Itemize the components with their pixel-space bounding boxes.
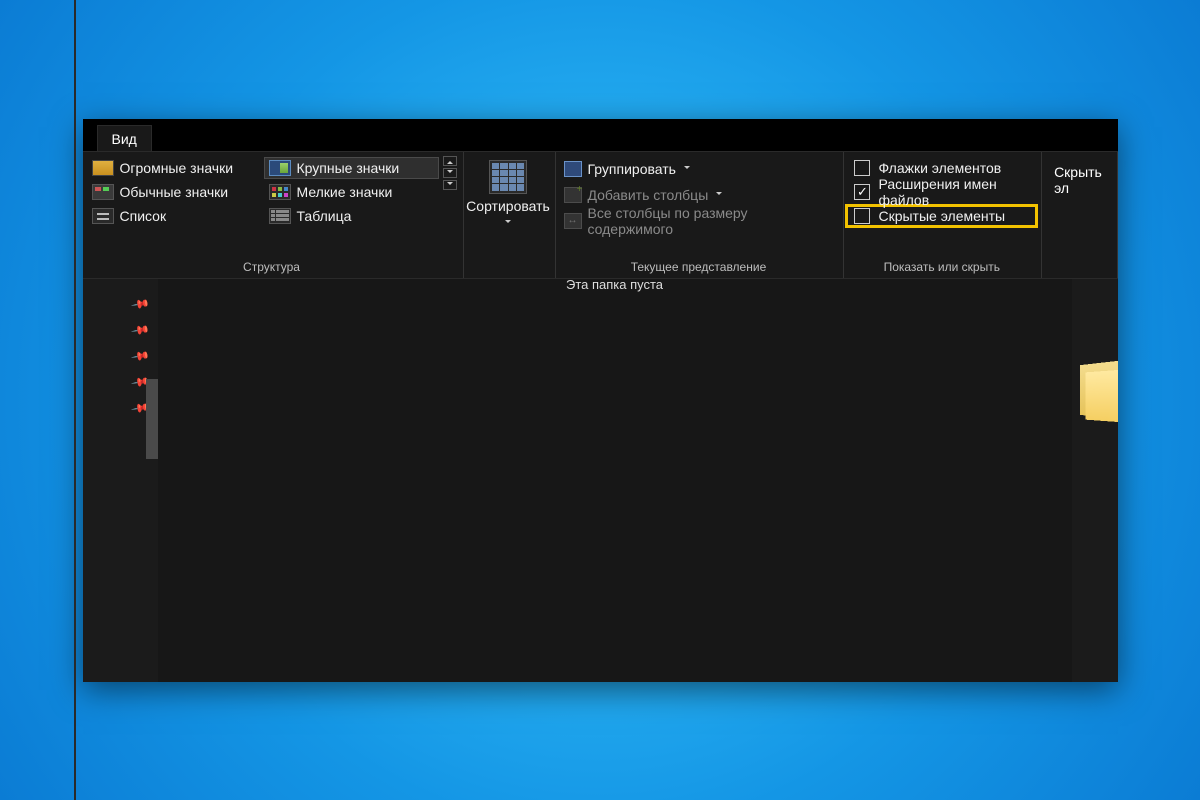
add-columns-icon (564, 187, 582, 203)
chevron-down-icon (684, 166, 690, 172)
explorer-window: Вид Огромные значки Крупные значки (83, 119, 1118, 682)
medium-icons-icon (92, 184, 114, 200)
layout-huge-icons[interactable]: Огромные значки (87, 156, 262, 180)
sort-button[interactable]: Сортировать (460, 156, 556, 230)
ribbon: Огромные значки Крупные значки Обычные з… (83, 151, 1118, 279)
tab-view[interactable]: Вид (97, 125, 152, 151)
group-by-button[interactable]: Группировать (560, 156, 838, 182)
layout-label: Обычные значки (120, 184, 229, 200)
chevron-down-icon (716, 192, 722, 198)
small-icons-icon (269, 184, 291, 200)
layout-label: Огромные значки (120, 160, 234, 176)
nav-scrollbar[interactable] (146, 379, 158, 459)
navigation-pane[interactable]: 📌 📌 📌 📌 📌 (83, 279, 158, 682)
group-label: Структура (87, 256, 457, 274)
layout-large-icons[interactable]: Крупные значки (264, 157, 439, 179)
empty-folder-message: Эта папка пуста (566, 277, 663, 292)
details-icon (269, 208, 291, 224)
layout-table[interactable]: Таблица (264, 205, 439, 227)
checkbox-checked-icon (854, 184, 870, 200)
sort-label: Сортировать (466, 198, 550, 214)
size-all-columns-button[interactable]: Все столбцы по размеру содержимого (560, 208, 838, 234)
toggle-label: Флажки элементов (878, 160, 1001, 176)
group-label: Текущее представление (560, 256, 838, 274)
group-layout: Огромные значки Крупные значки Обычные з… (83, 152, 464, 278)
pin-icon: 📌 (130, 345, 150, 365)
file-extensions-toggle[interactable]: Расширения имен файлов (848, 180, 1035, 204)
group-show-hide: Флажки элементов Расширения имен файлов … (844, 152, 1042, 278)
preview-pane (1072, 279, 1118, 682)
gallery-up-button[interactable] (443, 156, 457, 166)
pin-icon: 📌 (130, 293, 150, 313)
pin-icon: 📌 (130, 319, 150, 339)
huge-icons-icon (92, 160, 114, 176)
toggle-label: Расширения имен файлов (878, 176, 1029, 208)
add-columns-label: Добавить столбцы (588, 187, 709, 203)
folder-icon (1078, 363, 1118, 421)
toggle-label: Скрытые элементы (878, 208, 1005, 224)
chevron-down-icon (505, 220, 511, 226)
group-current-view: Группировать Добавить столбцы Все столбц… (556, 152, 845, 278)
folder-view[interactable]: Эта папка пуста (158, 279, 1072, 682)
layout-list[interactable]: Список (87, 204, 262, 228)
gallery-down-button[interactable] (443, 168, 457, 178)
group-sort: Сортировать (464, 152, 556, 278)
layout-medium-icons[interactable]: Обычные значки (87, 180, 262, 204)
size-columns-icon (564, 213, 582, 229)
checkbox-icon (854, 160, 870, 176)
hide-selected-button[interactable]: Скрыть эл (1046, 164, 1110, 198)
size-all-label: Все столбцы по размеру содержимого (588, 205, 834, 237)
layout-small-icons[interactable]: Мелкие значки (264, 181, 439, 203)
layout-label: Крупные значки (297, 160, 400, 176)
sort-icon (489, 160, 527, 194)
checkbox-icon (854, 208, 870, 224)
group-by-label: Группировать (588, 161, 676, 177)
layout-gallery-scroll (443, 156, 457, 228)
group-hide-selected: Скрыть эл (1042, 152, 1117, 278)
content-area: 📌 📌 📌 📌 📌 Эта папка пуста (83, 279, 1118, 682)
large-icons-icon (269, 160, 291, 176)
layout-label: Таблица (297, 208, 352, 224)
group-by-icon (564, 161, 582, 177)
layout-label: Список (120, 208, 167, 224)
ribbon-tabs: Вид (83, 119, 1118, 151)
list-icon (92, 208, 114, 224)
group-label: Показать или скрыть (848, 256, 1035, 274)
layout-label: Мелкие значки (297, 184, 393, 200)
gallery-more-button[interactable] (443, 180, 457, 190)
